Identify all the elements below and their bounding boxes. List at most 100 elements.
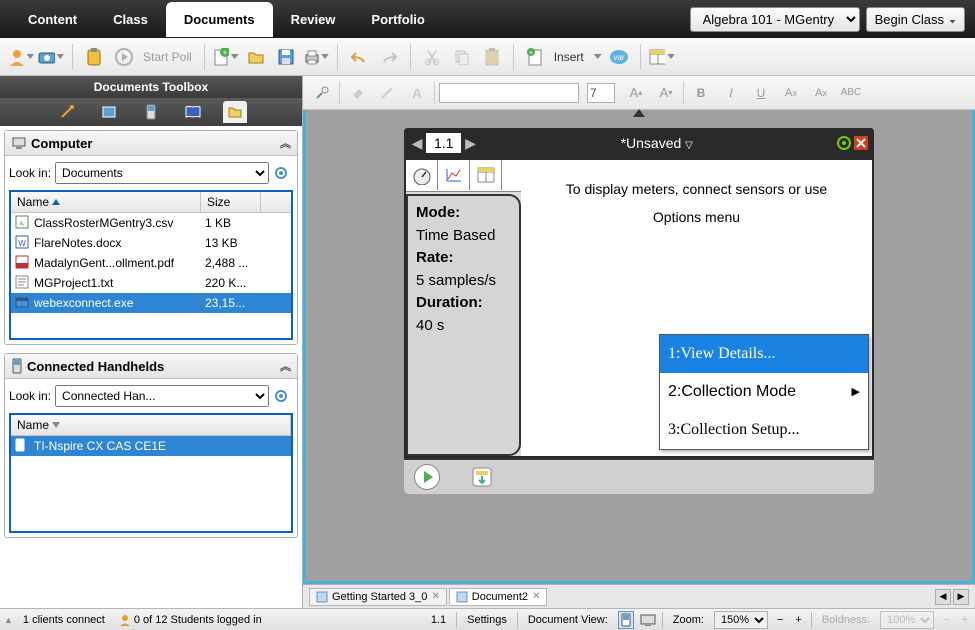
underline-icon[interactable]: U xyxy=(748,80,774,106)
lookin-label: Look in: xyxy=(9,166,51,180)
next-page-icon[interactable]: ▶ xyxy=(463,135,477,152)
view-computer-icon[interactable] xyxy=(640,614,656,626)
expand-arrow-icon[interactable] xyxy=(633,109,645,117)
close-tab-icon[interactable]: ✕ xyxy=(532,591,540,602)
close-icon[interactable] xyxy=(854,136,868,150)
document-area: A A▴ A▾ B I U Ax Ax ABC ◀ 1.1 ▶ *Un xyxy=(303,76,975,608)
table-tab-icon[interactable] xyxy=(470,160,502,190)
toolbox-tab-tools-icon[interactable] xyxy=(55,101,79,123)
font-size-input[interactable] xyxy=(587,83,615,103)
view-handheld-icon[interactable] xyxy=(618,611,634,629)
superscript-icon[interactable]: Ax xyxy=(778,80,804,106)
bold-icon[interactable]: B xyxy=(688,80,714,106)
file-row[interactable]: MGProject1.txt220 K... xyxy=(11,273,291,293)
boldness-minus-icon: − xyxy=(940,614,952,626)
new-doc-icon[interactable]: + xyxy=(213,44,239,70)
doc-tab[interactable]: Document2 ✕ xyxy=(449,588,548,606)
toolbox-tab-explorer-icon[interactable] xyxy=(223,101,247,123)
svg-text:var: var xyxy=(613,53,624,62)
font-smaller-icon[interactable]: A▾ xyxy=(653,80,679,106)
boldness-select[interactable]: 100% xyxy=(880,611,934,629)
zoom-in-icon[interactable]: + xyxy=(792,614,804,626)
text-color-icon[interactable]: A xyxy=(404,80,430,106)
line-color-icon[interactable] xyxy=(374,80,400,106)
file-row[interactable]: a,ClassRosterMGentry3.csv1 KB xyxy=(11,213,291,233)
subscript-icon[interactable]: Ax xyxy=(808,80,834,106)
print-icon[interactable] xyxy=(303,44,329,70)
meter-tab-icon[interactable] xyxy=(406,160,438,190)
insert-button[interactable]: Insert xyxy=(554,50,584,64)
col-name-header[interactable]: Name xyxy=(11,192,201,212)
copy-icon[interactable] xyxy=(449,44,475,70)
svg-text:a,: a, xyxy=(19,221,24,227)
tab-prev-icon[interactable]: ◀ xyxy=(935,589,951,605)
toolbox-tab-book-icon[interactable] xyxy=(181,101,205,123)
clipboard-icon[interactable] xyxy=(81,44,107,70)
clients-status: 1 clients connect xyxy=(19,614,109,626)
clear-format-icon[interactable]: ABC xyxy=(838,80,864,106)
boldness-plus-icon: + xyxy=(959,614,971,626)
start-poll-button[interactable]: Start Poll xyxy=(143,50,192,64)
italic-icon[interactable]: I xyxy=(718,80,744,106)
tab-class[interactable]: Class xyxy=(95,2,166,37)
lookin-select[interactable]: Documents xyxy=(55,162,269,184)
gear-icon[interactable] xyxy=(273,388,289,404)
zoom-select[interactable]: 150% xyxy=(714,611,768,629)
redo-icon[interactable] xyxy=(376,44,402,70)
handheld-row[interactable]: TI-Nspire CX CAS CE1E xyxy=(11,436,291,456)
var-icon[interactable]: var xyxy=(606,44,632,70)
tab-documents[interactable]: Documents xyxy=(166,2,273,37)
page-number[interactable]: 1.1 xyxy=(426,133,461,153)
tab-content[interactable]: Content xyxy=(10,2,95,37)
tab-portfolio[interactable]: Portfolio xyxy=(353,2,442,37)
insert-page-icon[interactable]: + xyxy=(522,44,548,70)
table-icon[interactable] xyxy=(649,44,675,70)
begin-class-button[interactable]: Begin Class xyxy=(866,7,965,32)
lookin-handheld-select[interactable]: Connected Han... xyxy=(55,385,269,407)
doc-tab[interactable]: Getting Started 3_0 ✕ xyxy=(309,588,447,606)
file-row[interactable]: MadalynGent...ollment.pdf2,488 ... xyxy=(11,253,291,273)
play-poll-icon[interactable] xyxy=(111,44,137,70)
play-button[interactable] xyxy=(414,464,440,490)
gear-icon[interactable] xyxy=(273,165,289,181)
camera-icon[interactable] xyxy=(38,44,64,70)
tab-review[interactable]: Review xyxy=(273,2,354,37)
prev-page-icon[interactable]: ◀ xyxy=(410,135,424,152)
tab-next-icon[interactable]: ▶ xyxy=(953,589,969,605)
computer-panel-title: Computer xyxy=(31,136,92,151)
save-icon[interactable] xyxy=(273,44,299,70)
settings-button[interactable]: Settings xyxy=(463,614,511,626)
expand-arrow-icon[interactable]: ▲ xyxy=(4,615,13,625)
settings-icon[interactable] xyxy=(836,135,854,151)
menu-collection-setup[interactable]: 3:Collection Setup... xyxy=(660,411,868,449)
col-name-header[interactable]: Name xyxy=(11,415,291,435)
svg-text:+: + xyxy=(222,48,227,57)
graph-tab-icon[interactable] xyxy=(438,160,470,190)
page-indicator[interactable]: 1.1 xyxy=(427,614,450,626)
toolbox-tab-pages-icon[interactable] xyxy=(97,101,121,123)
tools-icon[interactable] xyxy=(309,80,335,106)
cut-icon[interactable] xyxy=(419,44,445,70)
toolbox-tab-device-icon[interactable] xyxy=(139,101,163,123)
collapse-icon[interactable]: ︽ xyxy=(280,135,291,151)
fill-color-icon[interactable] xyxy=(344,80,370,106)
store-icon[interactable] xyxy=(470,465,494,489)
handheld-table: Name TI-Nspire CX CAS CE1E xyxy=(9,413,293,533)
open-icon[interactable] xyxy=(243,44,269,70)
user-icon[interactable] xyxy=(8,44,34,70)
message-line: Options menu xyxy=(531,203,862,231)
file-row[interactable]: webexconnect.exe23,15... xyxy=(11,293,291,313)
class-selector[interactable]: Algebra 101 - MGentry xyxy=(690,7,860,32)
zoom-out-icon[interactable]: − xyxy=(774,614,786,626)
font-bigger-icon[interactable]: A▴ xyxy=(623,80,649,106)
menu-collection-mode[interactable]: 2:Collection Mode▶ xyxy=(660,373,868,411)
paste-icon[interactable] xyxy=(479,44,505,70)
font-name-input[interactable] xyxy=(439,83,579,103)
file-row[interactable]: WFlareNotes.docx13 KB xyxy=(11,233,291,253)
device-message-area[interactable]: To display meters, connect sensors or us… xyxy=(521,160,872,456)
menu-view-details[interactable]: 1:View Details... xyxy=(660,335,868,373)
collapse-icon[interactable]: ︽ xyxy=(280,358,291,374)
undo-icon[interactable] xyxy=(346,44,372,70)
close-tab-icon[interactable]: ✕ xyxy=(431,591,439,602)
col-size-header[interactable]: Size xyxy=(201,192,261,212)
